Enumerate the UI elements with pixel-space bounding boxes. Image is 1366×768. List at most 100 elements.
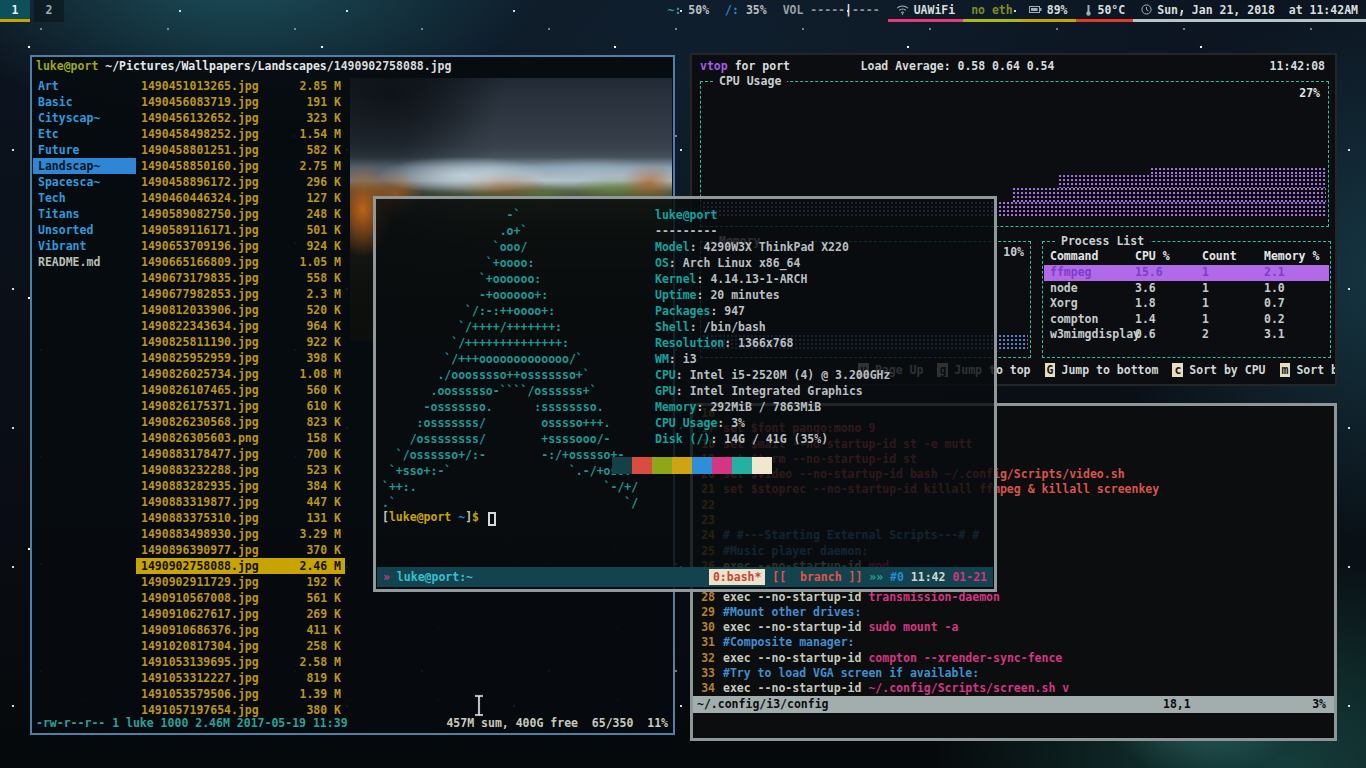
tmux-window-info: 0:bash* [[ branch ]] »» #0 11:42 01-21 bbox=[709, 570, 987, 584]
workspace-button-1[interactable]: 1 bbox=[0, 0, 30, 22]
file-row[interactable]: 1490883178477.jpg700 K bbox=[136, 446, 345, 462]
vim-line: 30exec --no-startup-id sudo mount -a bbox=[697, 620, 1334, 635]
dir-item[interactable]: Landscap~ bbox=[33, 158, 136, 174]
ranger-user: luke@port bbox=[36, 59, 98, 73]
vim-scroll-percent: 3% bbox=[1312, 696, 1326, 713]
file-row[interactable]: 1490826230568.jpg823 K bbox=[136, 414, 345, 430]
file-row[interactable]: 1490456132652.jpg323 K bbox=[136, 110, 345, 126]
hotkey-key[interactable]: m bbox=[1280, 363, 1291, 377]
shell-prompt: [luke@port ~]$ bbox=[382, 510, 479, 524]
bar-module-disk-home[interactable]: ~: 50% bbox=[660, 0, 718, 22]
neofetch-info-row: Packages: 947 bbox=[655, 303, 890, 319]
neofetch-info-row: Disk (/): 14G / 41G (35%) bbox=[655, 431, 890, 447]
dir-item[interactable]: Cityscap~ bbox=[33, 110, 136, 126]
file-row[interactable]: 1491053579506.jpg1.39 M bbox=[136, 686, 345, 702]
ranger-file-list: 1490451013265.jpg2.85 M1490456083719.jpg… bbox=[136, 78, 345, 718]
tmux-status-bar: » luke@port:~ 0:bash* [[ branch ]] »» #0… bbox=[377, 567, 993, 587]
dir-item[interactable]: Art bbox=[33, 78, 136, 94]
file-row[interactable]: 1490451013265.jpg2.85 M bbox=[136, 78, 345, 94]
file-row[interactable]: 1490589116171.jpg501 K bbox=[136, 222, 345, 238]
file-row[interactable]: 1490910686376.jpg411 K bbox=[136, 622, 345, 638]
file-row[interactable]: 1490902758088.jpg2.46 M bbox=[136, 558, 345, 574]
neofetch-info-row: Memory: 292MiB / 7863MiB bbox=[655, 399, 890, 415]
cpu-usage-percent: 27% bbox=[1299, 86, 1320, 100]
workspace-button-2[interactable]: 2 bbox=[34, 0, 64, 22]
neofetch-info-row: Shell: /bin/bash bbox=[655, 319, 890, 335]
file-row[interactable]: 1490665166809.jpg1.05 M bbox=[136, 254, 345, 270]
file-row[interactable]: 1490883282935.jpg384 K bbox=[136, 478, 345, 494]
file-row[interactable]: 1490677982853.jpg2.3 M bbox=[136, 286, 345, 302]
process-list-box: Process List CommandCPU %CountMemory % f… bbox=[1042, 241, 1331, 358]
workspace-list: 12 bbox=[0, 0, 68, 22]
file-row[interactable]: 1490653709196.jpg924 K bbox=[136, 238, 345, 254]
file-row[interactable]: 1491053139695.jpg2.58 M bbox=[136, 654, 345, 670]
cpu-graph-band bbox=[1059, 175, 1326, 188]
dir-item[interactable]: Unsorted bbox=[33, 222, 136, 238]
file-row[interactable]: 1490883232288.jpg523 K bbox=[136, 462, 345, 478]
dir-item[interactable]: Tech bbox=[33, 190, 136, 206]
file-row[interactable]: 1490883375310.jpg131 K bbox=[136, 510, 345, 526]
file-row[interactable]: 1491020817304.jpg258 K bbox=[136, 638, 345, 654]
neofetch-info-row: CPU Usage: 3% bbox=[655, 415, 890, 431]
dir-item[interactable]: Future bbox=[33, 142, 136, 158]
neofetch-info-row: Kernel: 4.14.13-1-ARCH bbox=[655, 271, 890, 287]
dir-item[interactable]: Vibrant bbox=[33, 238, 136, 254]
bar-module-wifi[interactable]: UAWiFi bbox=[888, 0, 964, 22]
neofetch-info-row: WM: i3 bbox=[655, 351, 890, 367]
file-row[interactable]: 1490910627617.jpg269 K bbox=[136, 606, 345, 622]
process-row[interactable]: Xorg1.810.7 bbox=[1044, 296, 1329, 312]
ranger-current-file: 1490902758088.jpg bbox=[334, 59, 452, 73]
ranger-path-title: luke@port ~/Pictures/Wallpapers/Landscap… bbox=[36, 59, 451, 73]
process-table-header: CommandCPU %CountMemory % bbox=[1044, 249, 1329, 265]
process-row[interactable]: w3mimgdisplay0.623.1 bbox=[1044, 327, 1329, 343]
file-row[interactable]: 1491053312227.jpg819 K bbox=[136, 670, 345, 686]
file-row[interactable]: 1490822343634.jpg964 K bbox=[136, 318, 345, 334]
file-row[interactable]: 1490883319877.jpg447 K bbox=[136, 494, 345, 510]
terminal-color-swatches bbox=[612, 457, 772, 474]
file-row[interactable]: 1490826107465.jpg560 K bbox=[136, 382, 345, 398]
file-item-readme[interactable]: README.md bbox=[33, 254, 136, 270]
process-row[interactable]: ffmpeg15.612.1 bbox=[1044, 265, 1329, 281]
bar-module-ethernet[interactable]: no eth bbox=[963, 0, 1021, 22]
file-row[interactable]: 1490458801251.jpg582 K bbox=[136, 142, 345, 158]
file-row[interactable]: 1490883498930.jpg3.29 M bbox=[136, 526, 345, 542]
process-row[interactable]: node3.611.0 bbox=[1044, 281, 1329, 297]
dir-item[interactable]: Titans bbox=[33, 206, 136, 222]
file-row[interactable]: 1490589082750.jpg248 K bbox=[136, 206, 345, 222]
wifi-icon bbox=[896, 4, 909, 15]
color-swatch bbox=[752, 457, 772, 474]
file-row[interactable]: 1490902911729.jpg192 K bbox=[136, 574, 345, 590]
ranger-dir-path: ~/Pictures/Wallpapers/Landscapes/ bbox=[98, 59, 333, 73]
color-swatch bbox=[672, 457, 692, 474]
file-row[interactable]: 1490458896172.jpg296 K bbox=[136, 174, 345, 190]
dir-item[interactable]: Spacesca~ bbox=[33, 174, 136, 190]
file-row[interactable]: 1490826305603.png158 K bbox=[136, 430, 345, 446]
file-row[interactable]: 1490460446324.jpg127 K bbox=[136, 190, 345, 206]
color-swatch bbox=[692, 457, 712, 474]
file-row[interactable]: 1490456083719.jpg191 K bbox=[136, 94, 345, 110]
dir-item[interactable]: Basic bbox=[33, 94, 136, 110]
bar-module-volume[interactable]: VOL -----|---- bbox=[775, 0, 888, 22]
clock-icon bbox=[1141, 4, 1152, 15]
bar-module-disk-root[interactable]: /: 35% bbox=[717, 0, 775, 22]
file-row[interactable]: 1490826175371.jpg610 K bbox=[136, 398, 345, 414]
file-row[interactable]: 1490458850160.jpg2.75 M bbox=[136, 158, 345, 174]
bar-module-clock[interactable]: Sun, Jan 21, 2018 at 11:42AM bbox=[1133, 0, 1366, 22]
file-row[interactable]: 1490896390977.jpg370 K bbox=[136, 542, 345, 558]
file-row[interactable]: 1490458498252.jpg1.54 M bbox=[136, 126, 345, 142]
dir-item[interactable]: Etc bbox=[33, 126, 136, 142]
file-row[interactable]: 1490673179835.jpg558 K bbox=[136, 270, 345, 286]
file-row[interactable]: 1490910567008.jpg561 K bbox=[136, 590, 345, 606]
arch-ascii-logo: -` .o+` `ooo/ `+oooo: `+oooooo: -+oooooo… bbox=[382, 207, 638, 511]
bar-module-battery[interactable]: 89% bbox=[1021, 0, 1076, 22]
memory-percent: 10% bbox=[1003, 245, 1024, 259]
file-row[interactable]: 1490825811190.jpg922 K bbox=[136, 334, 345, 350]
process-row[interactable]: compton1.410.2 bbox=[1044, 312, 1329, 328]
file-row[interactable]: 1490825952959.jpg398 K bbox=[136, 350, 345, 366]
file-row[interactable]: 1490812033906.jpg520 K bbox=[136, 302, 345, 318]
bar-module-temperature[interactable]: 50°C bbox=[1076, 0, 1134, 22]
file-row[interactable]: 1490826025734.jpg1.08 M bbox=[136, 366, 345, 382]
hotkey-key[interactable]: c bbox=[1172, 363, 1183, 377]
hotkey-key[interactable]: G bbox=[1045, 363, 1056, 377]
battery-icon bbox=[1029, 5, 1042, 14]
